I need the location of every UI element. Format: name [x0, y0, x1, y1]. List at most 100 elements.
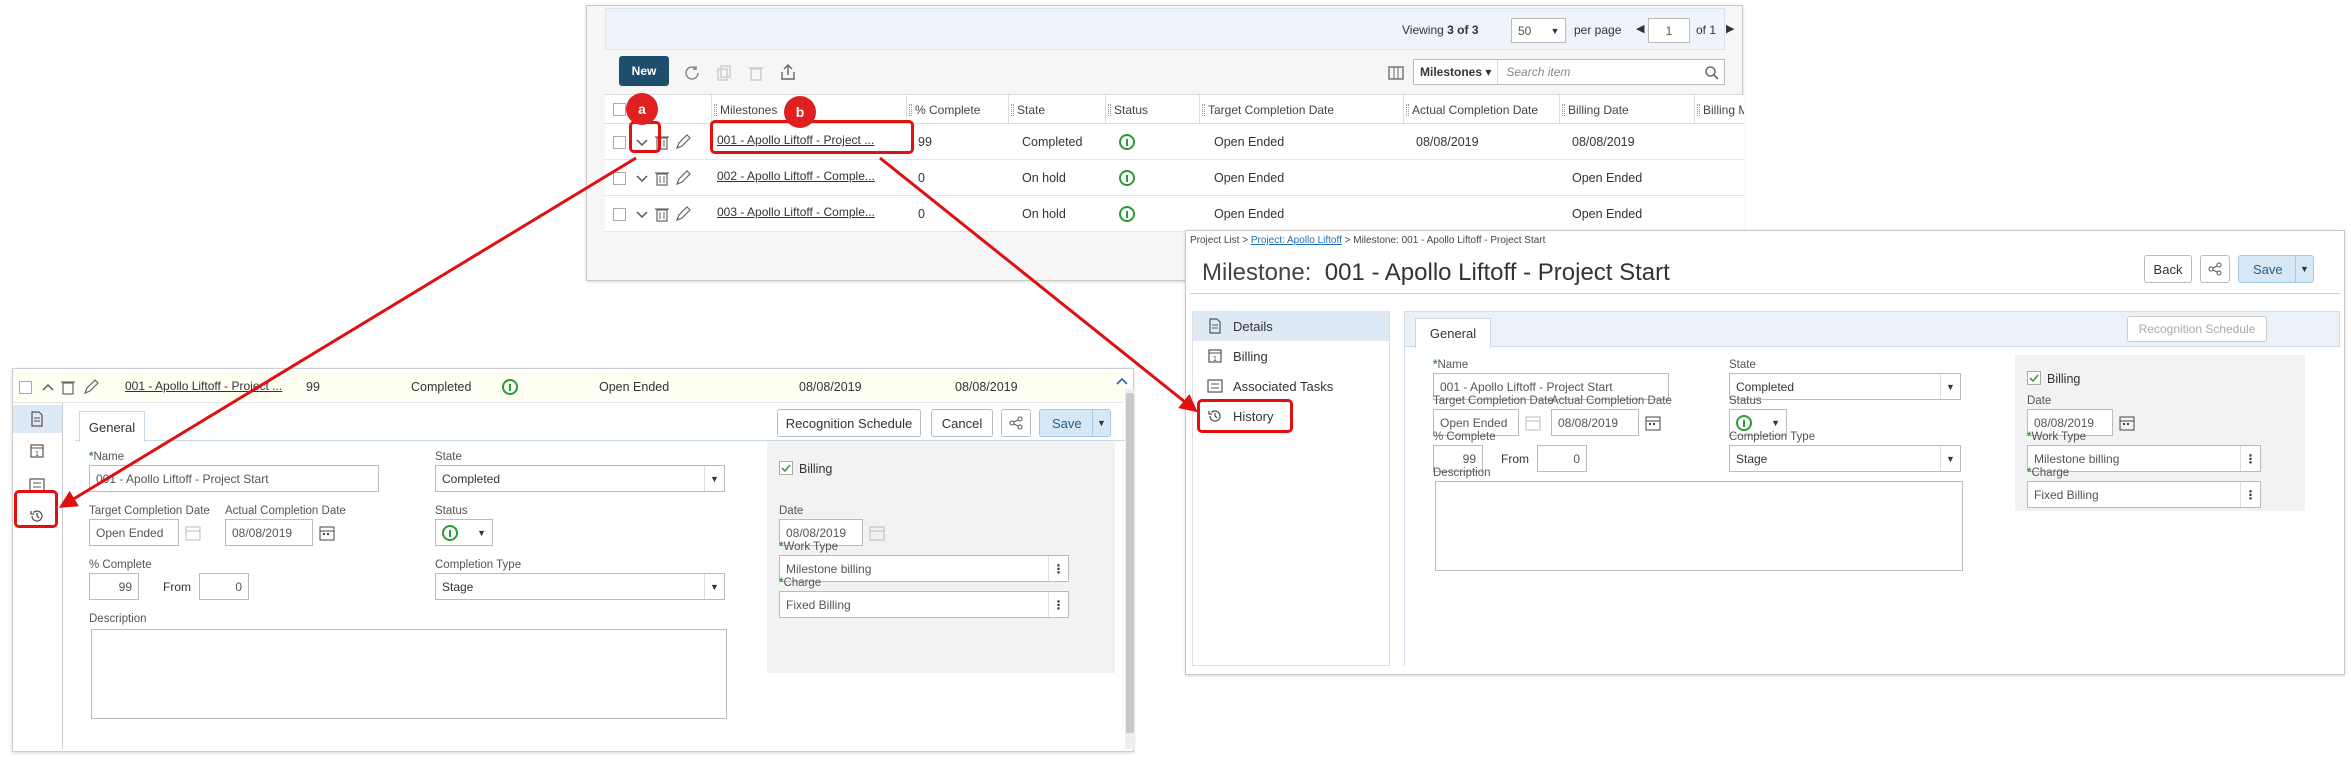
trash-icon[interactable]: [655, 206, 669, 222]
calendar-icon[interactable]: [2119, 415, 2135, 431]
columns-icon[interactable]: [1387, 64, 1405, 82]
trash-icon[interactable]: [747, 64, 765, 82]
sidebar-item-details[interactable]: Details: [1193, 311, 1389, 341]
chevron-up-icon[interactable]: [41, 380, 55, 394]
refresh-icon[interactable]: [683, 64, 701, 82]
collapse-chevron-icon[interactable]: [1115, 375, 1129, 387]
trash-icon[interactable]: [655, 170, 669, 186]
new-button[interactable]: New: [619, 56, 669, 86]
milestone-link[interactable]: 001 - Apollo Liftoff - Project ...: [125, 379, 282, 393]
search-scope-select[interactable]: Milestones ▾: [1414, 60, 1499, 84]
highlight-expand-chevron: [629, 121, 661, 153]
save-dropdown-icon[interactable]: ▼: [2295, 256, 2313, 282]
kebab-icon[interactable]: ⋮: [2240, 482, 2260, 507]
save-button[interactable]: Save ▼: [2238, 255, 2314, 283]
kebab-icon[interactable]: ⋮: [2240, 446, 2260, 471]
description-field[interactable]: [1435, 481, 1963, 571]
work-type-field[interactable]: Milestone billing ⋮: [779, 555, 1069, 582]
prev-page-icon[interactable]: ◀: [1636, 22, 1644, 35]
trash-icon[interactable]: [61, 379, 75, 395]
sidebar-item-associated-tasks[interactable]: Associated Tasks: [1193, 371, 1389, 401]
charge-field[interactable]: Fixed Billing ⋮: [2027, 481, 2261, 508]
pct-complete-field[interactable]: 99: [89, 573, 139, 600]
state-cell: On hold: [1022, 207, 1066, 221]
breadcrumb-project-link[interactable]: Project: Apollo Liftoff: [1251, 235, 1342, 246]
milestone-link[interactable]: 003 - Apollo Liftoff - Comple...: [717, 205, 875, 219]
search-input[interactable]: Search item: [1498, 65, 1570, 79]
viewing-label: Viewing 3 of 3: [1402, 23, 1479, 37]
chevron-down-icon[interactable]: [635, 208, 649, 222]
row-checkbox[interactable]: [613, 136, 626, 149]
header-pct-complete[interactable]: % Complete: [906, 95, 980, 123]
calendar-icon[interactable]: [319, 525, 335, 541]
actual-date-field[interactable]: 08/08/2019: [1551, 409, 1639, 436]
header-actual-date[interactable]: Actual Completion Date: [1403, 95, 1538, 123]
chevron-down-icon[interactable]: [635, 172, 649, 186]
kebab-icon[interactable]: ⋮: [1048, 592, 1068, 617]
header-target-date[interactable]: Target Completion Date: [1199, 95, 1334, 123]
cancel-button[interactable]: Cancel: [931, 409, 993, 437]
share-button[interactable]: [2200, 255, 2230, 283]
from-field[interactable]: 0: [199, 573, 249, 600]
page-input[interactable]: 1: [1648, 18, 1690, 43]
row-checkbox[interactable]: [19, 381, 32, 394]
calendar-icon[interactable]: [869, 525, 885, 541]
header-state[interactable]: State: [1008, 95, 1045, 123]
calendar-icon[interactable]: [1525, 415, 1541, 431]
recognition-schedule-button[interactable]: Recognition Schedule: [2127, 316, 2267, 342]
pencil-icon[interactable]: [83, 379, 99, 395]
page-of-label: of 1: [1696, 23, 1717, 37]
description-label: Description: [1433, 467, 1491, 479]
expanded-row[interactable]: 001 - Apollo Liftoff - Project ... 99 Co…: [13, 371, 1128, 403]
completion-type-select[interactable]: Stage ▼: [1729, 445, 1961, 472]
copy-icon[interactable]: [715, 64, 733, 82]
completion-type-select[interactable]: Stage ▼: [435, 573, 725, 600]
search-icon[interactable]: [1704, 65, 1720, 81]
back-button[interactable]: Back: [2144, 255, 2192, 283]
side-nav: Details 1 Billing Associated Tasks Histo…: [1192, 311, 1390, 666]
state-cell: On hold: [1022, 171, 1066, 185]
search-box[interactable]: Milestones ▾ Search item: [1413, 59, 1725, 85]
charge-field[interactable]: Fixed Billing ⋮: [779, 591, 1069, 618]
save-dropdown-icon[interactable]: ▼: [1092, 410, 1110, 436]
kebab-icon[interactable]: ⋮: [1048, 556, 1068, 581]
milestone-link[interactable]: 002 - Apollo Liftoff - Comple...: [717, 169, 875, 183]
state-select[interactable]: Completed ▼: [435, 465, 725, 492]
recognition-schedule-button[interactable]: Recognition Schedule: [777, 409, 921, 437]
billing-section: Billing Date 08/08/2019 *Work Type Miles…: [2015, 355, 2305, 511]
row-checkbox[interactable]: [613, 172, 626, 185]
export-icon[interactable]: [779, 63, 797, 81]
state-select[interactable]: Completed ▼: [1729, 373, 1961, 400]
share-button[interactable]: [1001, 409, 1031, 437]
rail-details[interactable]: [13, 405, 62, 433]
inline-tab-strip: General Recognition Schedule Cancel Save…: [75, 407, 1125, 442]
tab-general[interactable]: General: [1415, 318, 1491, 348]
table-row[interactable]: 002 - Apollo Liftoff - Comple... 0 On ho…: [605, 160, 1744, 196]
calendar-icon[interactable]: [1645, 415, 1661, 431]
save-button[interactable]: Save ▼: [1039, 409, 1111, 437]
next-page-icon[interactable]: ▶: [1726, 22, 1734, 35]
table-row[interactable]: 003 - Apollo Liftoff - Comple... 0 On ho…: [605, 196, 1744, 232]
row-checkbox[interactable]: [613, 208, 626, 221]
pencil-icon[interactable]: [675, 134, 691, 150]
description-field[interactable]: [91, 629, 727, 719]
checkmark-icon[interactable]: [779, 461, 793, 475]
billing-icon[interactable]: 1: [29, 443, 45, 459]
pencil-icon[interactable]: [675, 206, 691, 222]
target-date-field[interactable]: Open Ended: [89, 519, 179, 546]
pencil-icon[interactable]: [675, 170, 691, 186]
per-page-select[interactable]: 50 ▼: [1511, 18, 1566, 43]
header-status[interactable]: Status: [1105, 95, 1148, 123]
select-all-checkbox[interactable]: [613, 103, 626, 116]
actual-date-field[interactable]: 08/08/2019: [225, 519, 313, 546]
sidebar-item-billing[interactable]: 1 Billing: [1193, 341, 1389, 371]
header-billing-mile[interactable]: Billing Mile: [1694, 95, 1744, 123]
header-billing-date[interactable]: Billing Date: [1559, 95, 1629, 123]
calendar-icon[interactable]: [185, 525, 201, 541]
checkmark-icon[interactable]: [2027, 371, 2041, 385]
status-select[interactable]: ▼: [435, 519, 493, 546]
tab-general[interactable]: General: [79, 411, 145, 442]
name-field[interactable]: 001 - Apollo Liftoff - Project Start: [89, 465, 379, 492]
inline-scrollbar[interactable]: [1125, 389, 1135, 749]
from-field[interactable]: 0: [1537, 445, 1587, 472]
